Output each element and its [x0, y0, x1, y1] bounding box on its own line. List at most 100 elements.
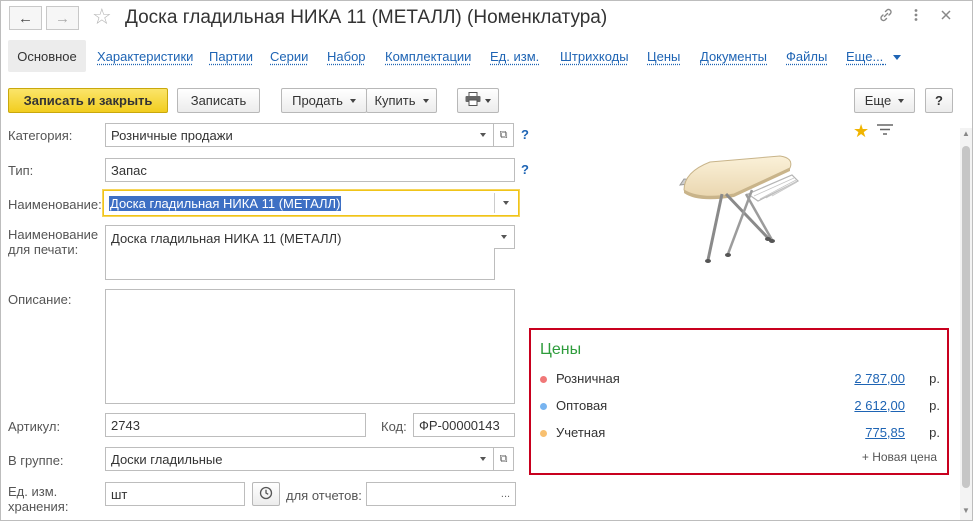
chevron-down-icon	[501, 235, 507, 239]
price-value-link[interactable]: 2 787,00	[854, 371, 905, 386]
price-value-link[interactable]: 2 612,00	[854, 398, 905, 413]
price-name: Розничная	[556, 371, 620, 386]
product-image	[670, 150, 800, 275]
tab-set[interactable]: Набор	[327, 49, 366, 64]
chevron-down-icon	[480, 133, 486, 137]
print-name-label: Наименование для печати:	[8, 227, 98, 257]
tab-characteristics[interactable]: Характеристики	[97, 49, 193, 64]
description-label: Описание:	[8, 292, 72, 307]
chevron-down-icon	[503, 201, 509, 205]
type-field[interactable]: Запас	[105, 158, 515, 182]
print-button[interactable]	[457, 88, 499, 113]
type-label: Тип:	[8, 163, 34, 178]
page-title: Доска гладильная НИКА 11 (МЕТАЛЛ) (Номен…	[125, 7, 608, 28]
history-icon	[259, 486, 273, 503]
chevron-down-icon	[485, 98, 491, 103]
description-field[interactable]	[105, 289, 515, 404]
category-label: Категория:	[8, 128, 73, 143]
link-icon[interactable]	[876, 7, 896, 29]
print-name-label-line1: Наименование	[8, 227, 99, 242]
chevron-down-icon	[480, 457, 486, 461]
favorite-star-icon[interactable]: ★	[853, 122, 869, 140]
ellipsis-icon: ...	[500, 488, 511, 500]
buy-button[interactable]: Купить	[366, 88, 437, 113]
tab-kits[interactable]: Комплектации	[385, 49, 471, 64]
article-field[interactable]: 2743	[105, 413, 366, 437]
price-row-accounting: Учетная 775,85 р.	[540, 425, 940, 443]
more-vertical-icon[interactable]	[906, 7, 926, 29]
tab-prices[interactable]: Цены	[647, 49, 680, 64]
category-field[interactable]: Розничные продажи	[105, 123, 474, 147]
scroll-down-icon[interactable]: ▼	[962, 507, 970, 515]
unit-label-line2: хранения:	[8, 499, 69, 514]
accounting-dot-icon	[540, 430, 547, 437]
chevron-down-icon	[892, 55, 901, 61]
name-dropdown-button[interactable]	[496, 193, 516, 213]
price-value-link[interactable]: 775,85	[865, 425, 905, 440]
group-open-button[interactable]: ⧉	[494, 447, 514, 471]
tab-batches[interactable]: Партии	[209, 49, 253, 64]
save-and-close-button[interactable]: Записать и закрыть	[8, 88, 168, 113]
filter-icon[interactable]	[877, 124, 893, 139]
tab-files[interactable]: Файлы	[786, 49, 827, 64]
more-button[interactable]: Еще	[854, 88, 915, 113]
tab-documents[interactable]: Документы	[700, 49, 767, 64]
arrow-left-icon: ←	[18, 9, 33, 27]
price-currency: р.	[929, 425, 940, 440]
print-name-label-line2: для печати:	[8, 242, 79, 257]
price-currency: р.	[929, 398, 940, 413]
tab-main[interactable]: Основное	[8, 40, 86, 72]
name-label: Наименование:	[8, 197, 102, 212]
prices-title: Цены	[540, 341, 582, 358]
price-row-retail: Розничная 2 787,00 р.	[540, 371, 940, 389]
reports-unit-select-button[interactable]: ...	[496, 482, 516, 506]
tab-barcodes[interactable]: Штрихкоды	[560, 49, 629, 64]
code-label: Код:	[381, 419, 407, 434]
printer-icon	[465, 92, 481, 109]
group-dropdown-button[interactable]	[473, 447, 494, 471]
favorite-star-icon[interactable]: ☆	[92, 5, 112, 29]
category-dropdown-button[interactable]	[473, 123, 494, 147]
price-name: Учетная	[556, 425, 606, 440]
tab-units[interactable]: Ед. изм.	[490, 49, 539, 64]
unit-history-button[interactable]	[252, 482, 280, 506]
sell-button[interactable]: Продать	[281, 88, 367, 113]
group-field[interactable]: Доски гладильные	[105, 447, 474, 471]
chevron-down-icon	[898, 98, 905, 103]
group-label: В группе:	[8, 453, 64, 468]
reports-unit-field[interactable]	[366, 482, 497, 506]
new-price-link[interactable]: + Новая цена	[862, 450, 937, 464]
back-button[interactable]: ←	[9, 6, 42, 30]
code-field[interactable]: ФР-00000143	[413, 413, 515, 437]
print-name-field[interactable]: Доска гладильная НИКА 11 (МЕТАЛЛ)	[105, 225, 495, 280]
name-field[interactable]: Доска гладильная НИКА 11 (МЕТАЛЛ)	[103, 190, 519, 216]
unit-label: Ед. изм. хранения:	[8, 484, 68, 514]
name-value: Доска гладильная НИКА 11 (МЕТАЛЛ)	[109, 195, 342, 211]
help-button[interactable]: ?	[925, 88, 953, 113]
article-label: Артикул:	[8, 419, 61, 434]
price-row-wholesale: Оптовая 2 612,00 р.	[540, 398, 940, 416]
category-help-icon[interactable]: ?	[521, 127, 529, 142]
type-help-icon[interactable]: ?	[521, 162, 529, 177]
open-window-icon: ⧉	[499, 452, 508, 465]
chevron-down-icon	[422, 98, 429, 103]
buy-label: Купить	[374, 93, 416, 108]
arrow-right-icon: →	[55, 9, 70, 27]
tab-series[interactable]: Серии	[270, 49, 308, 64]
price-currency: р.	[929, 371, 940, 386]
more-label: Еще	[864, 93, 892, 108]
scroll-up-icon[interactable]: ▲	[962, 130, 970, 138]
tab-more-label: Еще...	[846, 49, 884, 64]
close-icon[interactable]	[936, 7, 956, 29]
print-name-dropdown-button[interactable]	[494, 225, 515, 249]
unit-label-line1: Ед. изм.	[8, 484, 58, 499]
sell-label: Продать	[292, 93, 343, 108]
tab-more[interactable]: Еще...	[846, 49, 901, 64]
scrollbar-thumb[interactable]	[962, 146, 970, 488]
chevron-down-icon	[349, 98, 356, 103]
forward-button[interactable]: →	[46, 6, 79, 30]
unit-field[interactable]: шт	[105, 482, 245, 506]
wholesale-dot-icon	[540, 403, 547, 410]
category-open-button[interactable]: ⧉	[494, 123, 514, 147]
save-button[interactable]: Записать	[177, 88, 260, 113]
